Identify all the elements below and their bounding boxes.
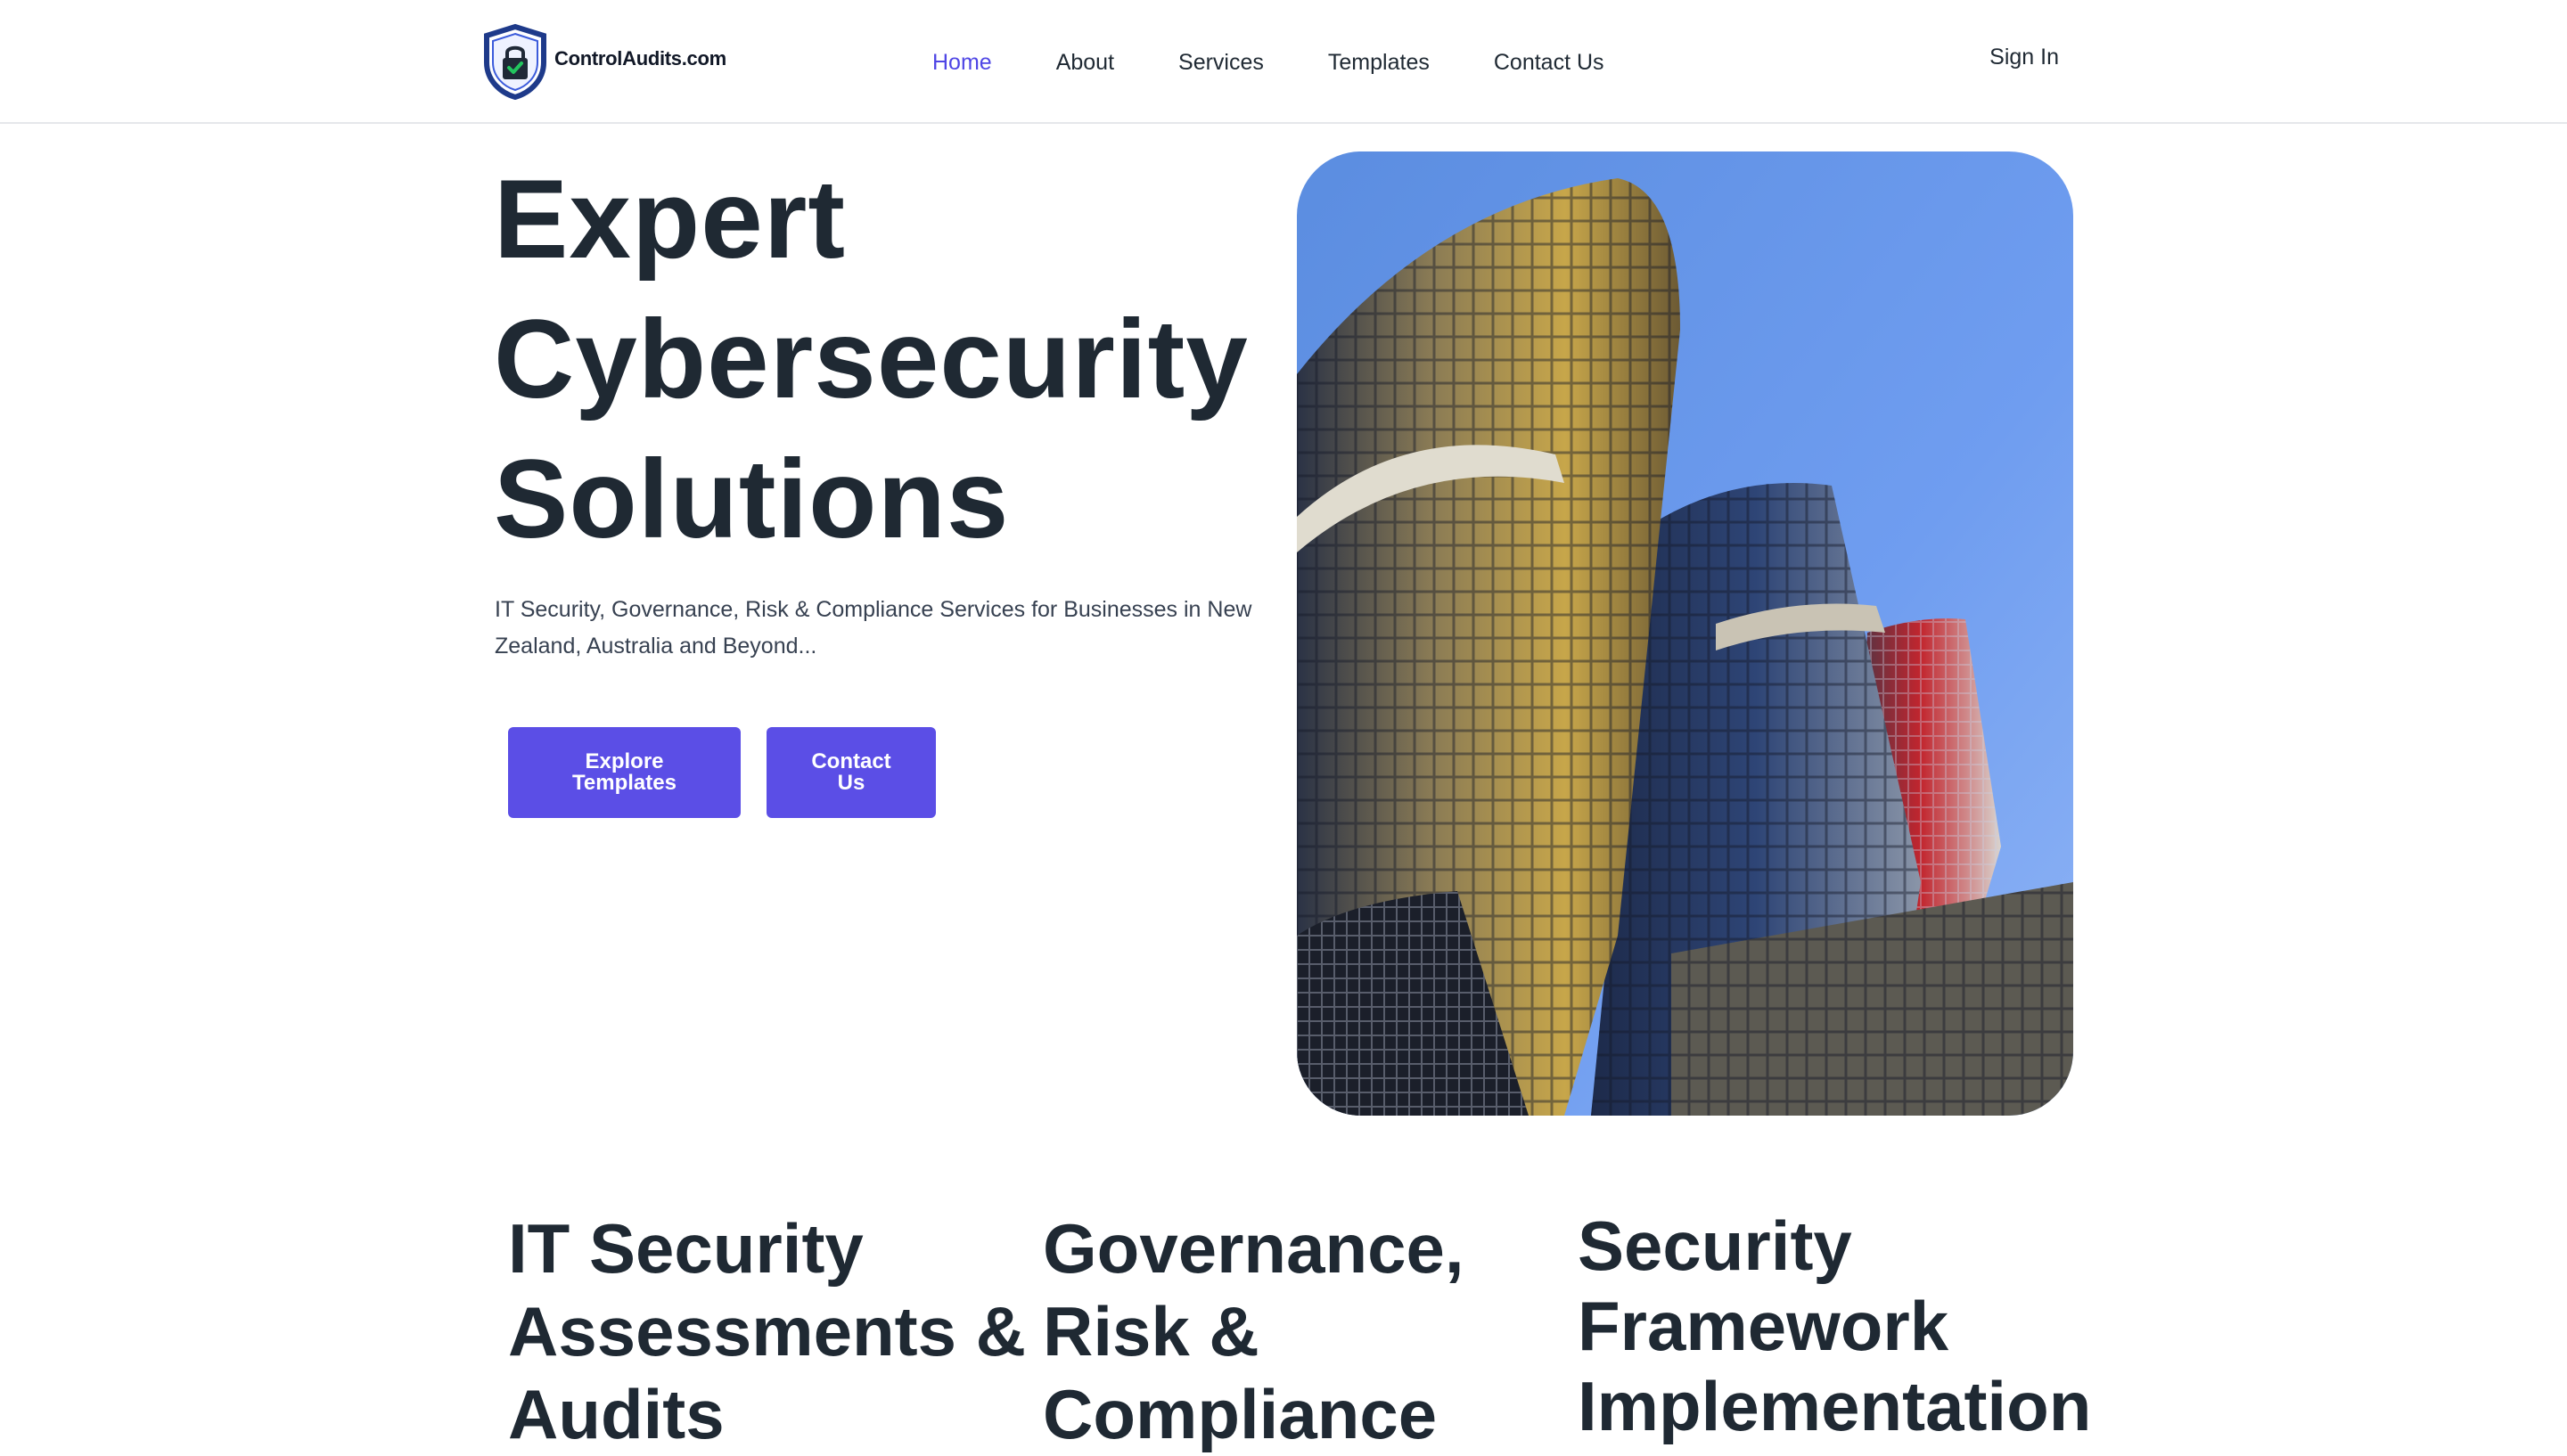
hero-subtitle: IT Security, Governance, Risk & Complian… (495, 597, 1252, 658)
explore-templates-button[interactable]: Explore Templates (508, 727, 741, 818)
nav-contact-us[interactable]: Contact Us (1494, 50, 1604, 76)
service-heading-line: Compliance (1043, 1375, 1438, 1453)
button-label-line: Templates (572, 771, 677, 795)
logo-text: ControlAudits.com (554, 47, 726, 70)
button-label-line: Us (837, 771, 865, 795)
nav-services[interactable]: Services (1178, 50, 1264, 76)
button-label-line: Explore (585, 749, 664, 773)
service-heading: IT Security Assessments & Audits (508, 1207, 1026, 1456)
nav-templates[interactable]: Templates (1328, 50, 1430, 76)
hero-title-line: Solutions (494, 438, 1010, 561)
contact-us-button[interactable]: Contact Us (767, 727, 936, 818)
service-heading-line: Governance, (1043, 1209, 1464, 1288)
site-header: ControlAudits.com Home About Services Te… (0, 0, 2567, 124)
service-heading-line: IT Security (508, 1209, 864, 1288)
button-label-line: Contact (811, 749, 891, 773)
service-heading: Security Framework Implementation (1578, 1206, 2091, 1446)
service-heading-line: Security (1578, 1207, 1852, 1285)
nav-home[interactable]: Home (932, 50, 992, 76)
service-heading-line: Risk & (1043, 1292, 1259, 1370)
hero-skyscrapers-image (1297, 151, 2073, 1116)
service-heading-line: Implementation (1578, 1367, 2092, 1445)
sign-in-link[interactable]: Sign In (1989, 45, 2059, 70)
logo[interactable]: ControlAudits.com (481, 23, 726, 100)
service-heading-line: Audits (508, 1375, 725, 1453)
hero-title-line: Cybersecurity (494, 298, 1249, 421)
service-heading-line: Framework (1578, 1287, 1949, 1365)
shield-lock-icon (481, 23, 549, 100)
service-heading-line: Assessments & (508, 1292, 1026, 1370)
hero-title-line: Expert (494, 158, 847, 282)
hero-title: Expert Cybersecurity Solutions (494, 150, 1296, 569)
nav-about[interactable]: About (1056, 50, 1114, 76)
service-heading: Governance, Risk & Compliance (1043, 1207, 1464, 1456)
main-nav: Home About Services Templates Contact Us (932, 45, 1604, 80)
